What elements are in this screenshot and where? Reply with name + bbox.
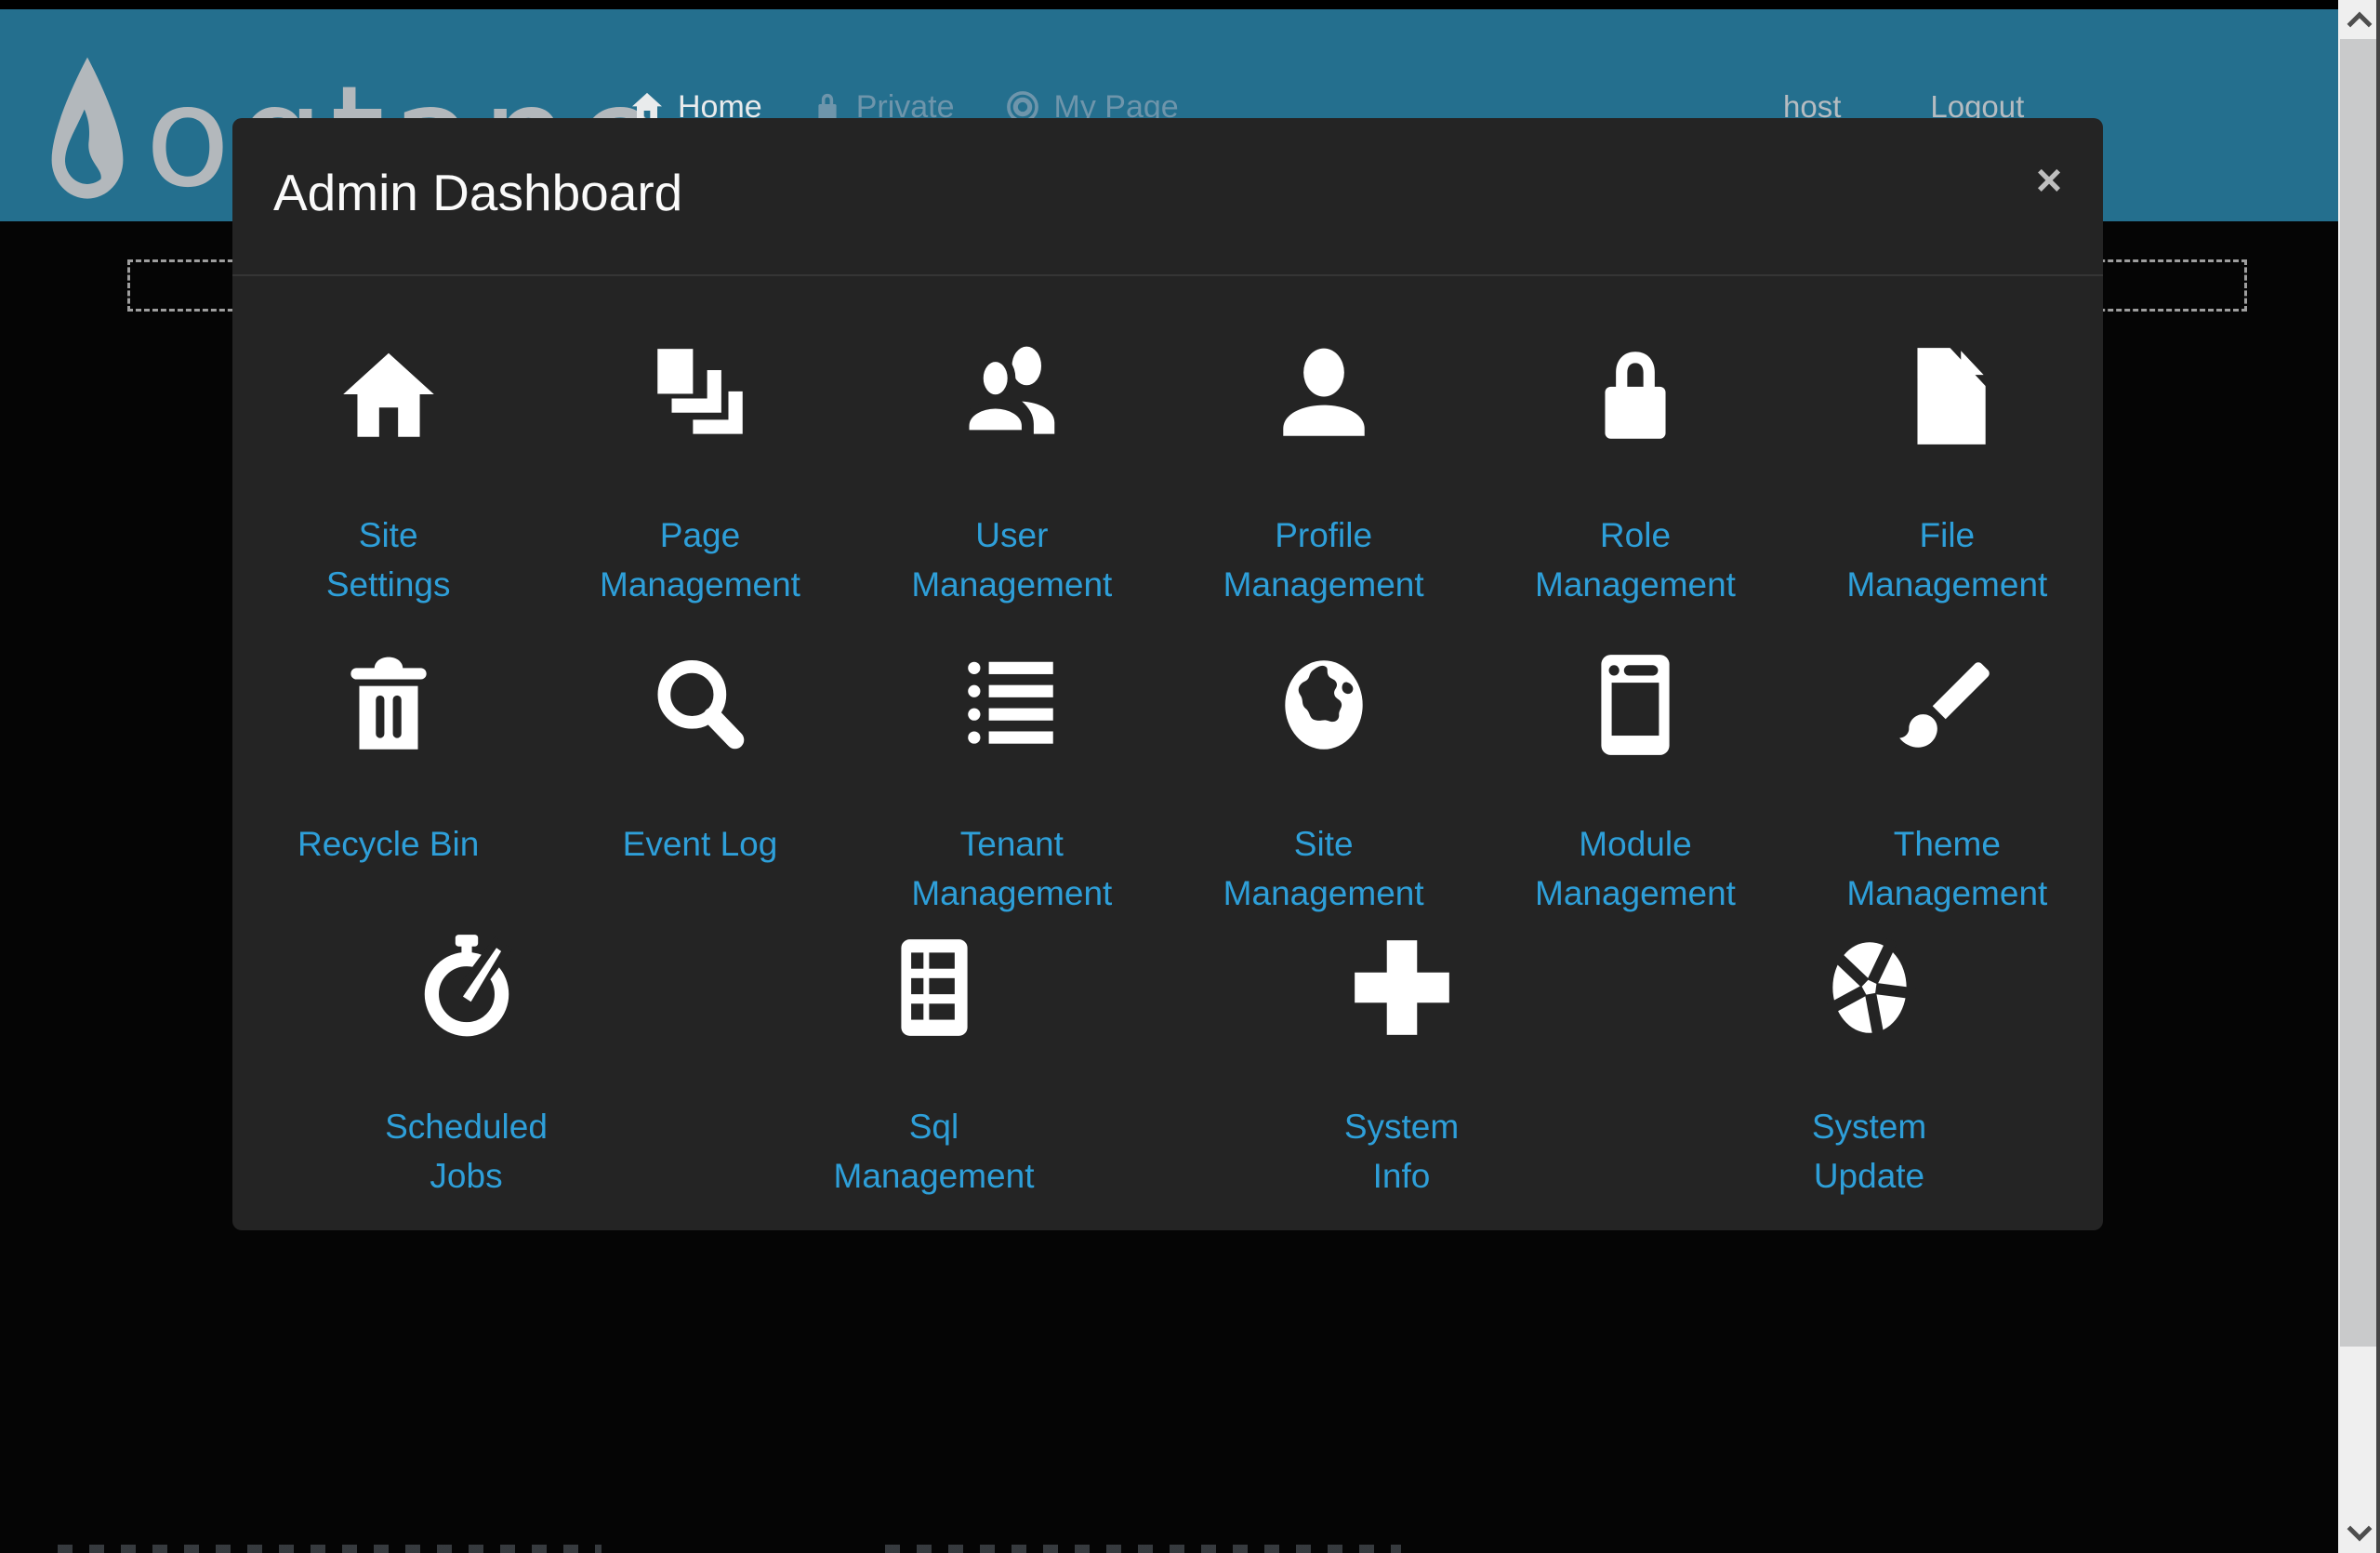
admin-tile[interactable]: ScheduledJobs [232,925,700,1201]
tile-row: ScheduledJobs SqlManagement SystemInfo S… [232,925,2103,1201]
close-icon[interactable]: × [2036,159,2062,204]
admin-tile[interactable]: Event Log [544,643,855,918]
tile-label: UserManagement [911,511,1112,609]
tile-label: ThemeManagement [1846,819,2047,918]
brush-icon [1886,643,2007,762]
person-icon [1263,334,1384,453]
top-black-strip [0,0,2338,9]
file-icon [1886,334,2007,453]
admin-tile[interactable]: RoleManagement [1479,334,1791,609]
cutoff-content-sliver [885,1545,1401,1553]
admin-tile[interactable]: UserManagement [856,334,1168,609]
admin-tile[interactable]: SiteManagement [1168,643,1479,918]
scrollbar-thumb[interactable] [2340,39,2378,1347]
app-screen: oqtane Home Private My Page [0,0,2380,1553]
tile-label: PageManagement [600,511,800,609]
globe-icon [1263,643,1384,762]
admin-tile[interactable]: SqlManagement [700,925,1168,1201]
people-icon [951,334,1072,453]
admin-tile[interactable]: ThemeManagement [1792,643,2103,918]
pages-icon [640,334,760,453]
admin-tile[interactable]: SiteSettings [232,334,544,609]
shutter-icon [1809,925,1930,1044]
module-icon [1575,643,1696,762]
chevron-down-icon [2346,1524,2373,1543]
admin-tile[interactable]: Recycle Bin [232,643,544,918]
scroll-up-button[interactable] [2338,0,2380,39]
tile-label: ProfileManagement [1223,511,1424,609]
lock-icon [1575,334,1696,453]
tile-row: Recycle Bin Event Log TenantManagement S… [232,643,2103,918]
search-icon [640,643,760,762]
tile-label: SiteManagement [1223,819,1424,918]
admin-tile[interactable]: PageManagement [544,334,855,609]
timer-icon [406,925,527,1044]
tile-label: ModuleManagement [1535,819,1736,918]
tile-label: SiteSettings [326,511,451,609]
modal-title: Admin Dashboard [273,163,682,222]
tile-label: ScheduledJobs [385,1102,548,1201]
trash-icon [328,643,449,762]
tile-label: TenantManagement [911,819,1112,918]
admin-tile[interactable]: FileManagement [1792,334,2103,609]
tile-label: RoleManagement [1535,511,1736,609]
admin-tile[interactable]: SystemUpdate [1635,925,2103,1201]
scroll-down-button[interactable] [2338,1514,2380,1553]
plus-icon [1342,925,1462,1044]
admin-tile[interactable]: TenantManagement [856,643,1168,918]
tile-label: Recycle Bin [298,819,479,869]
window-edge [2376,0,2380,1553]
home-icon [328,334,449,453]
admin-tile[interactable]: ModuleManagement [1479,643,1791,918]
list-icon [951,643,1072,762]
sql-icon [874,925,995,1044]
admin-dashboard-modal: Admin Dashboard × SiteSettings PageManag… [232,118,2103,1230]
tile-row: SiteSettings PageManagement UserManageme… [232,334,2103,609]
admin-tile[interactable]: ProfileManagement [1168,334,1479,609]
tile-label: SystemInfo [1344,1102,1459,1201]
vertical-scrollbar[interactable] [2338,0,2380,1553]
tile-label: Event Log [623,819,778,869]
cutoff-content-sliver [58,1545,602,1553]
droplet-logo-icon [43,51,132,224]
tile-label: SystemUpdate [1812,1102,1926,1201]
admin-tile[interactable]: SystemInfo [1168,925,1635,1201]
admin-tiles-grid: SiteSettings PageManagement UserManageme… [232,276,2103,1201]
tile-label: SqlManagement [834,1102,1035,1201]
modal-header: Admin Dashboard × [232,118,2103,276]
tile-label: FileManagement [1846,511,2047,609]
chevron-up-icon [2346,10,2373,29]
